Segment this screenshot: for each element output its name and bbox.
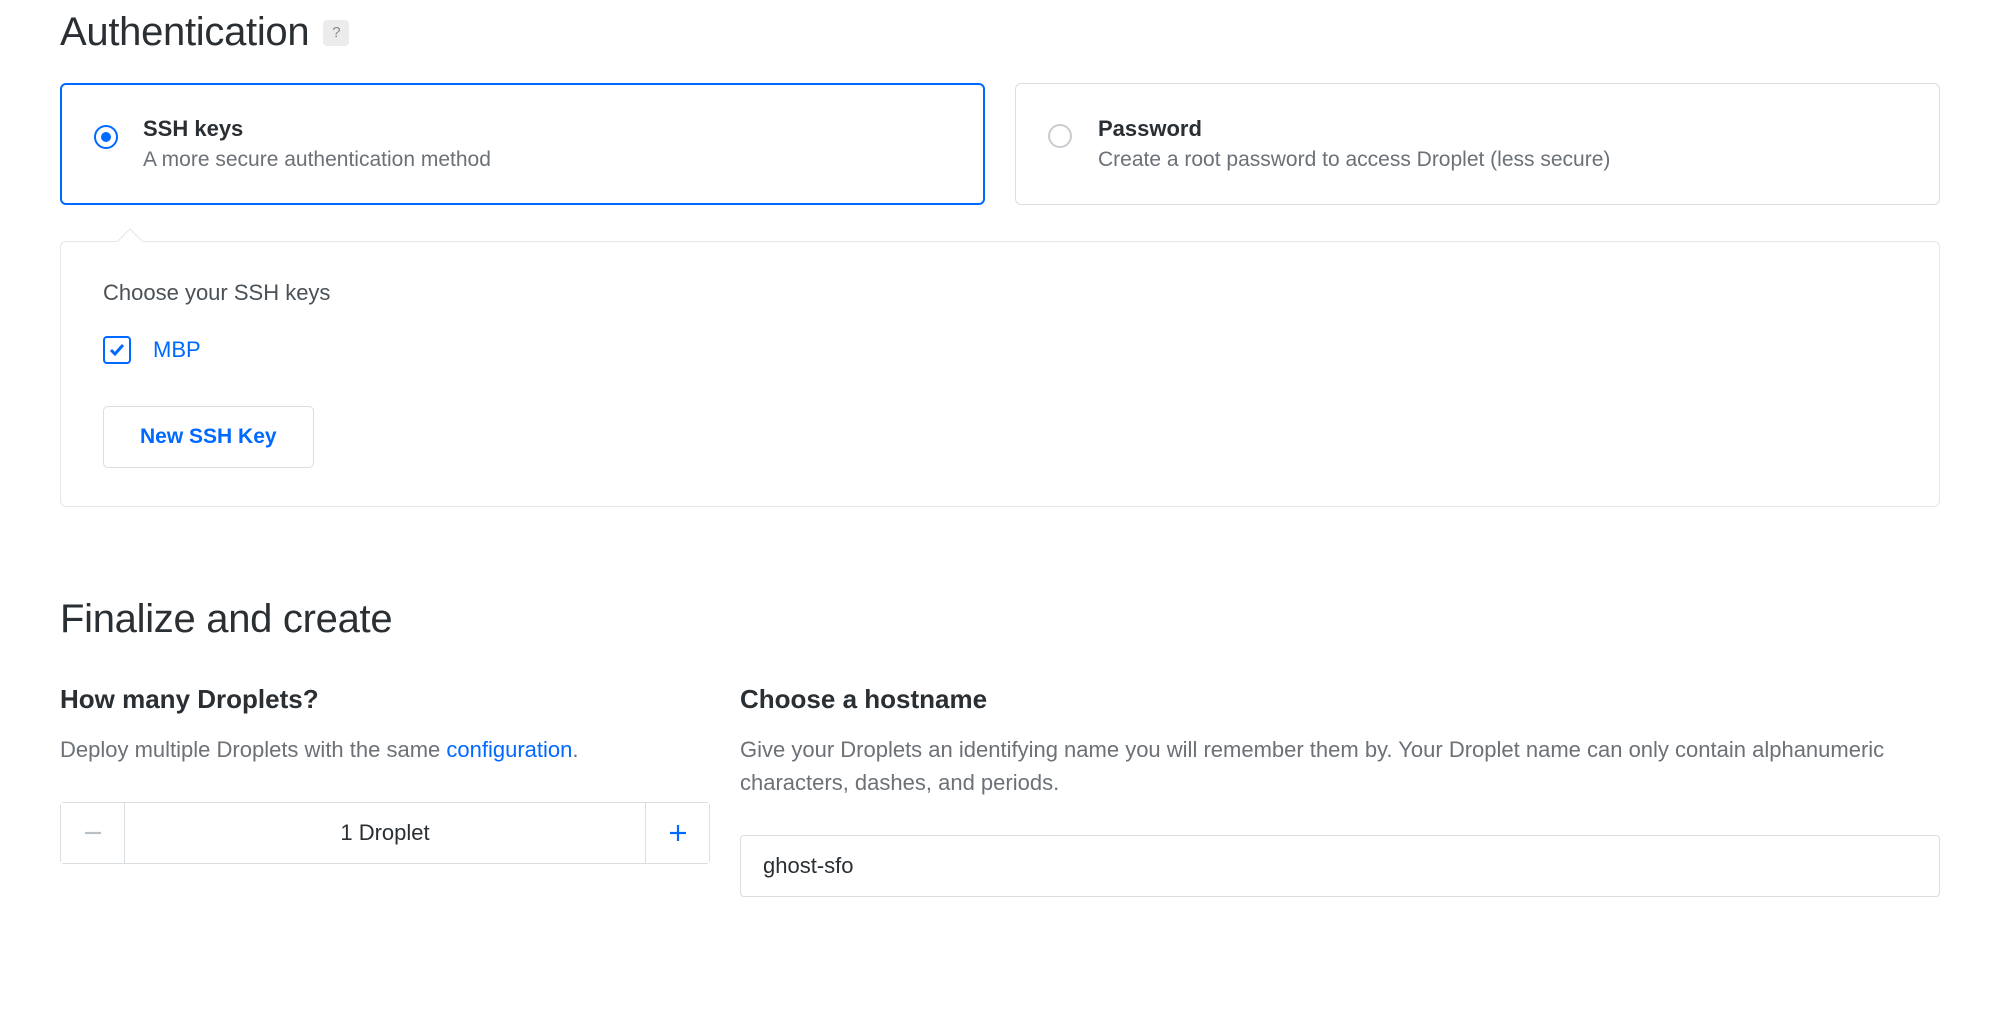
finalize-heading: Finalize and create [60,597,1940,642]
ssh-key-label[interactable]: MBP [153,337,201,363]
plus-icon [667,822,689,844]
hostname-heading: Choose a hostname [740,684,1940,715]
checkbox-icon[interactable] [103,336,131,364]
radio-icon [1048,124,1072,148]
droplet-count-value: 1 Droplet [125,803,645,863]
hostname-desc: Give your Droplets an identifying name y… [740,733,1940,799]
auth-option-password[interactable]: Password Create a root password to acces… [1015,83,1940,205]
auth-option-title: Password [1098,116,1907,142]
decrement-button[interactable] [61,803,125,863]
configuration-link[interactable]: configuration [446,737,572,762]
auth-option-desc: Create a root password to access Droplet… [1098,148,1907,172]
ssh-key-item[interactable]: MBP [103,336,201,364]
hostname-column: Choose a hostname Give your Droplets an … [740,684,1940,897]
authentication-heading: Authentication ? [60,10,1940,55]
help-icon[interactable]: ? [323,20,349,46]
droplet-count-heading: How many Droplets? [60,684,710,715]
finalize-section: Finalize and create How many Droplets? D… [60,597,1940,897]
increment-button[interactable] [645,803,709,863]
radio-dot-icon [101,132,111,142]
droplet-count-desc: Deploy multiple Droplets with the same c… [60,733,710,766]
hostname-input[interactable] [740,835,1940,897]
auth-option-ssh-keys[interactable]: SSH keys A more secure authentication me… [60,83,985,205]
panel-arrow-icon [117,228,142,253]
desc-text: Deploy multiple Droplets with the same [60,737,446,762]
droplet-count-stepper: 1 Droplet [60,802,710,864]
auth-options-group: SSH keys A more secure authentication me… [60,83,1940,205]
droplet-count-column: How many Droplets? Deploy multiple Dropl… [60,684,710,897]
ssh-keys-panel: Choose your SSH keys MBP New SSH Key [60,241,1940,507]
radio-icon [94,125,118,149]
ssh-panel-label: Choose your SSH keys [103,280,1897,306]
new-ssh-key-button[interactable]: New SSH Key [103,406,314,468]
auth-option-desc: A more secure authentication method [143,148,952,172]
desc-text: . [572,737,578,762]
auth-option-title: SSH keys [143,116,952,142]
minus-icon [82,822,104,844]
authentication-title-text: Authentication [60,10,309,55]
